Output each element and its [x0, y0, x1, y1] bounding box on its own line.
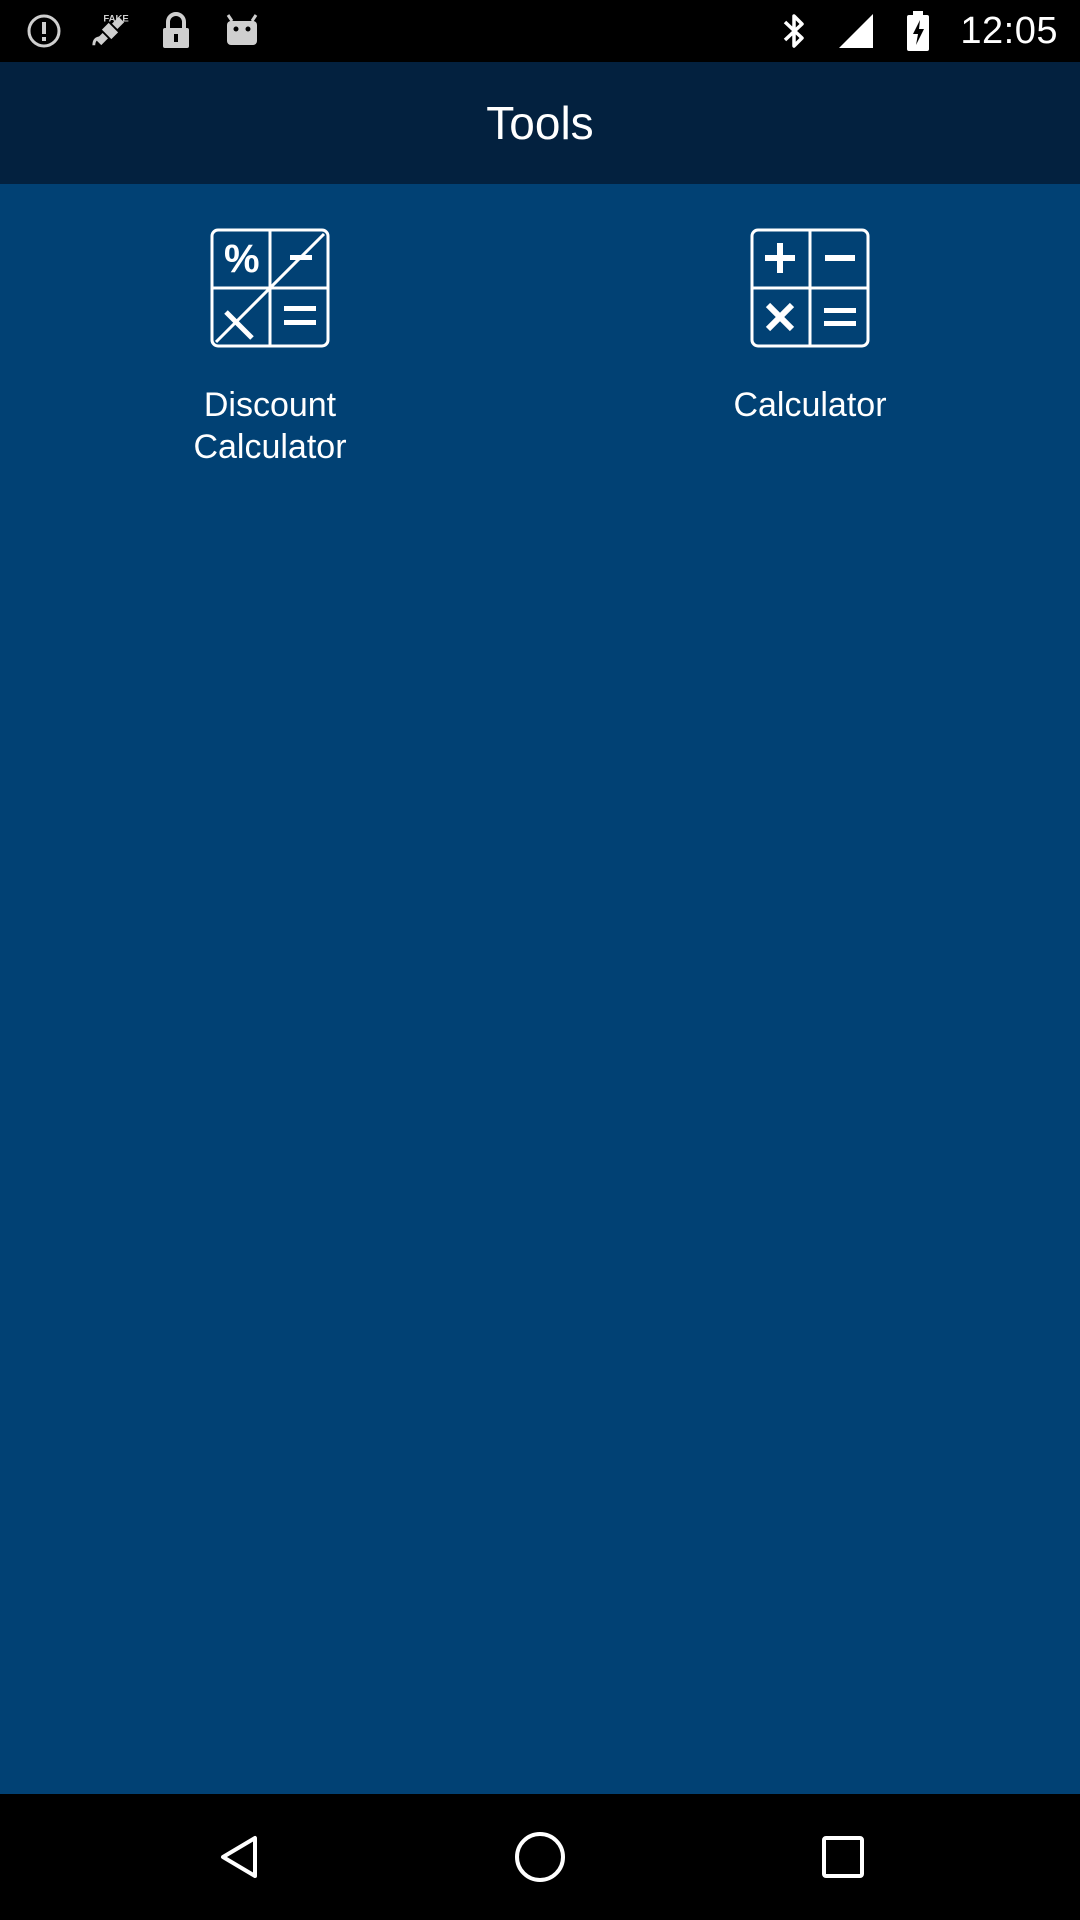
- svg-text:%: %: [224, 237, 260, 281]
- lock-icon: [156, 11, 196, 51]
- calculator-tool[interactable]: Calculator: [540, 228, 1080, 426]
- screen: FAKE 12:05 Tools % Discount Calculator C…: [0, 0, 1080, 1920]
- page-title: Tools: [486, 97, 594, 149]
- battery-icon: [898, 11, 938, 51]
- alert-circle-icon: [24, 11, 64, 51]
- discount-calculator-label: Discount Calculator: [193, 386, 347, 466]
- svg-text:FAKE: FAKE: [103, 13, 128, 24]
- recents-icon[interactable]: [813, 1827, 873, 1887]
- signal-icon: [836, 11, 876, 51]
- calculator-label: Calculator: [733, 386, 887, 424]
- calculator-icon: [750, 228, 870, 348]
- status-left-icons: FAKE: [24, 0, 262, 62]
- back-icon[interactable]: [210, 1827, 270, 1887]
- status-time: 12:05: [960, 9, 1058, 52]
- discount-calculator-tool[interactable]: % Discount Calculator: [0, 228, 540, 468]
- android-icon: [222, 11, 262, 51]
- status-right-icons: 12:05: [774, 0, 1058, 62]
- bluetooth-icon: [774, 11, 814, 51]
- tools-grid: % Discount Calculator Calculator: [0, 184, 1080, 1794]
- navigation-bar: [0, 1794, 1080, 1920]
- home-icon[interactable]: [510, 1827, 570, 1887]
- status-bar: FAKE 12:05: [0, 0, 1080, 62]
- fake-gps-icon: FAKE: [90, 11, 130, 51]
- app-bar: Tools: [0, 62, 1080, 184]
- discount-calculator-icon: %: [210, 228, 330, 348]
